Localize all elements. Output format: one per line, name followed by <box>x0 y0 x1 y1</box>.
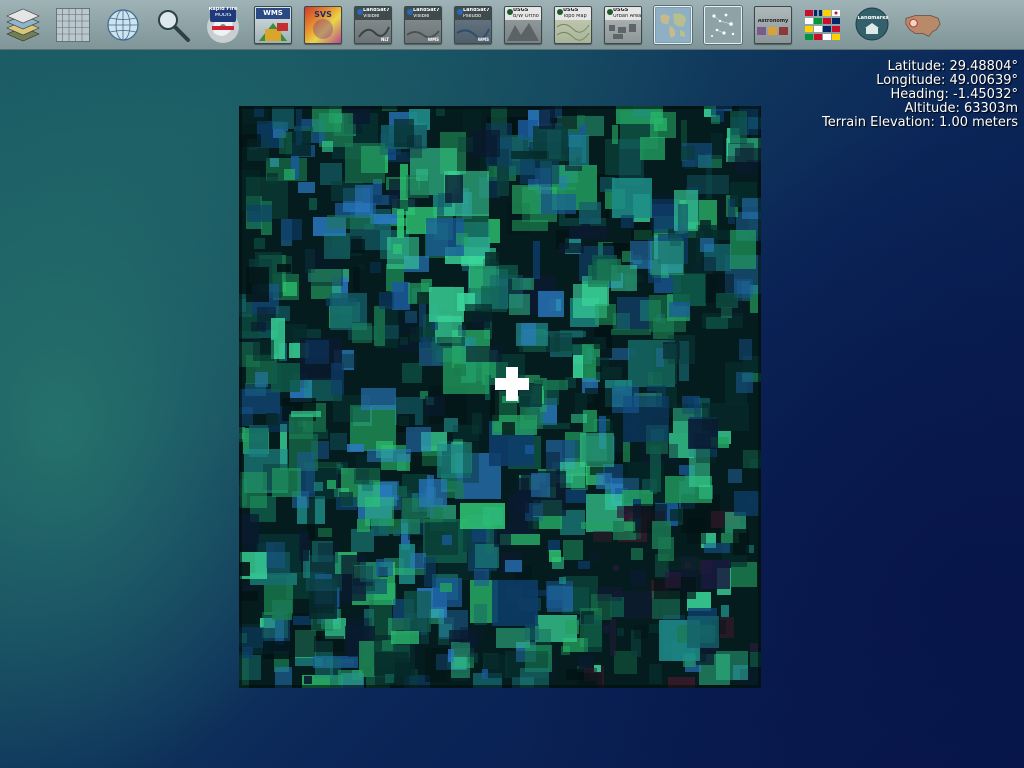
modis-label: Rapid Fire <box>208 6 238 12</box>
usa-map-icon <box>905 14 941 37</box>
landsat-visible-wms-corner: WMS <box>427 36 439 42</box>
landsat-pseudo-button[interactable]: LandSat7 Pseudo WMS <box>454 5 492 44</box>
stars-icon <box>706 7 740 42</box>
terrain-elevation-readout: Terrain Elevation: 1.00 meters <box>822 115 1018 130</box>
usgs-urban-sublabel: Urban Area <box>613 13 641 19</box>
landsat-visible-nlt-button[interactable]: LandSat7 Visible NLT <box>354 5 392 44</box>
usgs-ortho-label: USGS <box>513 7 529 13</box>
place-search-button[interactable] <box>154 6 192 44</box>
landmarks-label: Landmarks <box>857 15 889 21</box>
landsat-visible-wms-sublabel: Visible <box>413 13 430 19</box>
wms-browser-button[interactable]: WMS <box>254 5 292 44</box>
astronomy-button[interactable]: Astronomy <box>754 5 792 44</box>
landsat-visible-nlt-label: LandSat7 <box>363 7 390 13</box>
layer-stack-icon <box>6 8 40 41</box>
landsat-visible-wms-button[interactable]: LandSat7 Visible WMS <box>404 5 442 44</box>
longitude-readout: Longitude: 49.00639° <box>876 73 1018 88</box>
latitude-readout: Latitude: 29.48804° <box>887 59 1018 74</box>
usgs-ortho-button[interactable]: USGS B/W Ortho <box>504 5 542 44</box>
usgs-topo-label: USGS <box>563 7 579 13</box>
usgs-topo-button[interactable]: USGS Topo Map <box>554 5 592 44</box>
usgs-ortho-sublabel: B/W Ortho <box>513 13 539 19</box>
astronomy-icon <box>757 26 788 35</box>
crosshair-icon <box>495 367 529 401</box>
lat-lon-grid-icon <box>56 7 90 42</box>
usgs-urban-button[interactable]: USGS Urban Area <box>604 5 642 44</box>
modis-sublabel: MODIS <box>214 12 232 18</box>
globe-button[interactable] <box>104 6 142 44</box>
magnifier-icon <box>158 9 190 42</box>
landmarks-icon <box>855 7 889 40</box>
landsat-pseudo-label: LandSat7 <box>463 7 490 13</box>
country-flags-button[interactable] <box>804 6 842 44</box>
astronomy-label: Astronomy <box>757 18 789 24</box>
layer-manager-button[interactable] <box>4 6 42 44</box>
world-map-button[interactable] <box>654 5 692 44</box>
landsat-visible-nlt-sublabel: Visible <box>363 13 380 19</box>
position-readout: Latitude: 29.48804° Longitude: 49.00639°… <box>822 60 1018 130</box>
altitude-readout: Altitude: 63303m <box>904 101 1018 116</box>
world-map-icon <box>656 7 690 42</box>
svs-button[interactable]: SVS <box>304 5 342 44</box>
lat-lon-grid-button[interactable] <box>54 6 92 44</box>
layer-toolbar: Rapid Fire MODIS WMS SVS LandSat7 Visibl… <box>0 0 1024 50</box>
usgs-topo-sublabel: Topo Map <box>563 13 587 19</box>
flags-icon <box>805 9 840 40</box>
landsat-visible-nlt-corner: NLT <box>381 36 389 42</box>
globe-icon <box>107 8 139 41</box>
svs-icon <box>313 18 333 39</box>
landmarks-button[interactable]: Landmarks <box>854 6 892 44</box>
landsat-pseudo-sublabel: Pseudo <box>463 13 482 19</box>
rapid-fire-modis-button[interactable]: Rapid Fire MODIS <box>204 6 242 44</box>
wms-label: WMS <box>263 8 283 17</box>
heading-readout: Heading: -1.45032° <box>890 87 1018 102</box>
usgs-urban-label: USGS <box>613 7 629 13</box>
usa-map-button[interactable] <box>904 6 942 44</box>
landsat-pseudo-corner: WMS <box>477 36 489 42</box>
landsat-visible-wms-label: LandSat7 <box>413 7 440 13</box>
stars-button[interactable] <box>704 5 742 44</box>
